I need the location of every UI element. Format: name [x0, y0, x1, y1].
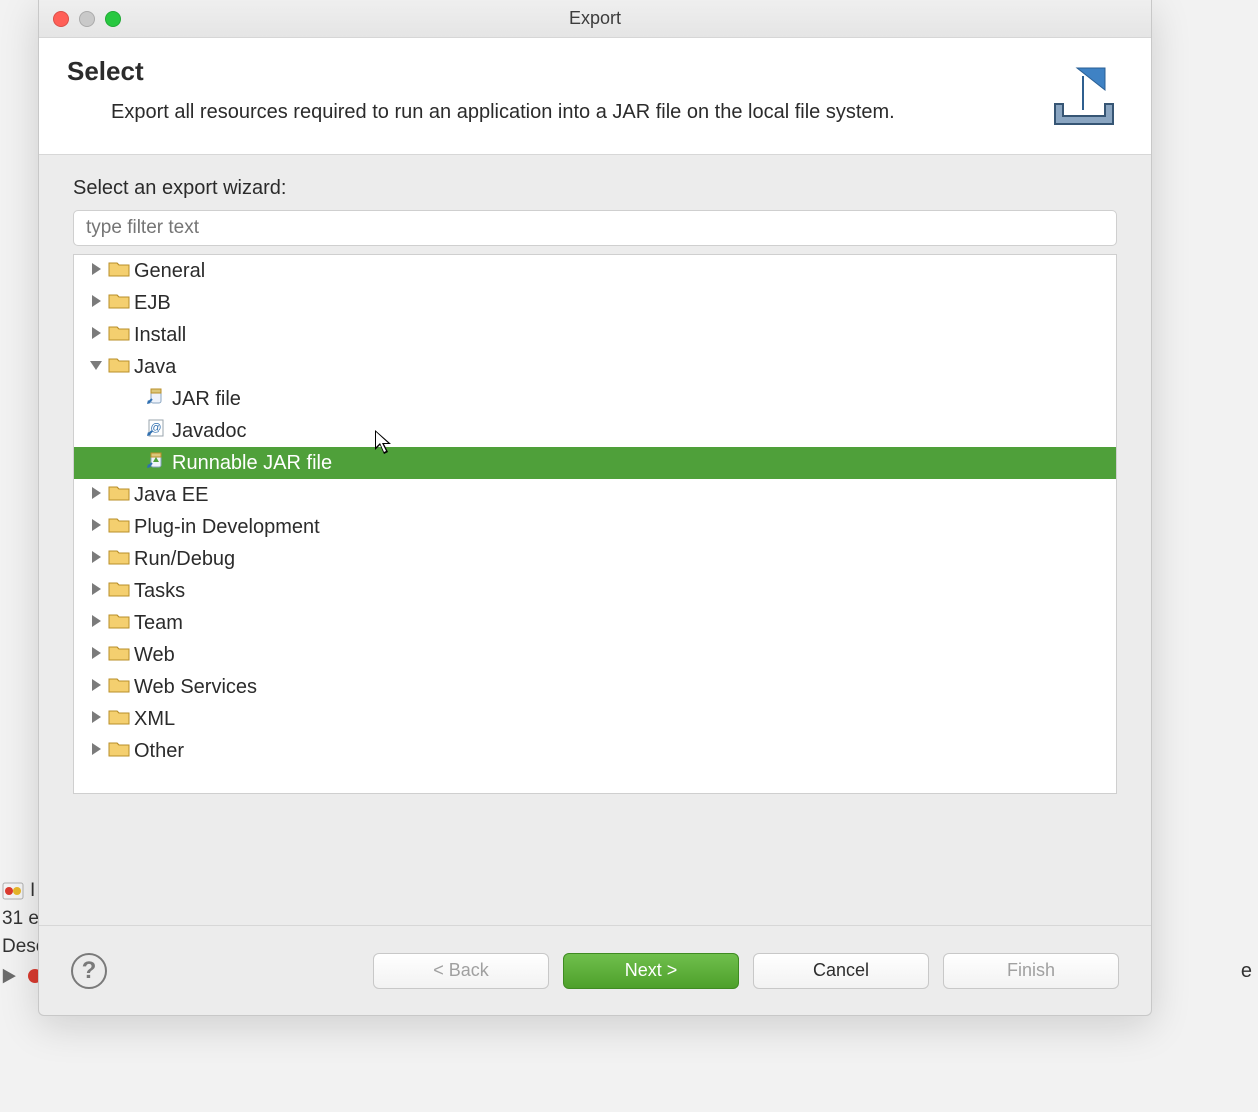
chevron-right-icon[interactable] [88, 516, 108, 539]
chevron-right-icon[interactable] [88, 292, 108, 315]
tree-item[interactable]: @Javadoc [74, 415, 1116, 447]
tree-folder-label: Other [134, 735, 184, 767]
export-wizard-icon [1049, 66, 1119, 130]
tree-folder-label: EJB [134, 287, 171, 319]
background-right-edge: e [1241, 960, 1252, 983]
chevron-right-icon[interactable] [88, 580, 108, 603]
chevron-right-icon: ▶ [3, 964, 16, 987]
jar-icon [146, 386, 172, 412]
javadoc-icon: @ [146, 418, 172, 444]
tree-folder[interactable]: Web Services [74, 671, 1116, 703]
background-label-0: I [30, 880, 35, 902]
chevron-right-icon[interactable] [88, 484, 108, 507]
folder-icon [108, 323, 134, 347]
page-title: Select [67, 56, 895, 87]
folder-icon [108, 579, 134, 603]
folder-icon [108, 483, 134, 507]
finish-button: Finish [943, 953, 1119, 989]
tree-folder[interactable]: XML [74, 703, 1116, 735]
wizard-header: Select Export all resources required to … [39, 38, 1151, 155]
tree-item-label: Runnable JAR file [172, 447, 332, 479]
folder-icon [108, 355, 134, 379]
chevron-right-icon[interactable] [88, 708, 108, 731]
tree-folder-label: Java EE [134, 479, 208, 511]
wizard-tree[interactable]: GeneralEJBInstallJavaJAR file@JavadocRun… [73, 254, 1117, 794]
close-window-button[interactable] [53, 11, 69, 27]
tree-item-label: Javadoc [172, 415, 247, 447]
tree-folder[interactable]: Run/Debug [74, 543, 1116, 575]
tree-folder[interactable]: Tasks [74, 575, 1116, 607]
fullscreen-window-button[interactable] [105, 11, 121, 27]
tree-folder[interactable]: Team [74, 607, 1116, 639]
help-button[interactable]: ? [71, 953, 107, 989]
back-button: < Back [373, 953, 549, 989]
folder-icon [108, 259, 134, 283]
chevron-right-icon[interactable] [88, 324, 108, 347]
titlebar: Export [39, 0, 1151, 38]
folder-icon [108, 707, 134, 731]
chevron-right-icon[interactable] [88, 612, 108, 635]
tree-folder[interactable]: General [74, 255, 1116, 287]
folder-icon [108, 739, 134, 763]
export-dialog: Export Select Export all resources requi… [38, 0, 1152, 1016]
tree-folder-label: Tasks [134, 575, 185, 607]
tree-folder-label: Run/Debug [134, 543, 235, 575]
page-description: Export all resources required to run an … [111, 101, 895, 124]
chevron-right-icon[interactable] [88, 548, 108, 571]
filter-input[interactable] [73, 210, 1117, 246]
wizard-body: Select an export wizard: GeneralEJBInsta… [39, 155, 1151, 925]
next-button[interactable]: Next > [563, 953, 739, 989]
tree-folder-label: Java [134, 351, 176, 383]
tree-folder-label: XML [134, 703, 175, 735]
minimize-window-button [79, 11, 95, 27]
tree-folder[interactable]: Java [74, 351, 1116, 383]
chevron-down-icon[interactable] [88, 356, 108, 379]
chevron-right-icon[interactable] [88, 644, 108, 667]
problems-view-icon [2, 881, 24, 901]
tree-folder-label: General [134, 255, 205, 287]
tree-item[interactable]: Runnable JAR file [74, 447, 1116, 479]
window-controls [53, 11, 121, 27]
tree-item[interactable]: JAR file [74, 383, 1116, 415]
chevron-right-icon[interactable] [88, 740, 108, 763]
tree-folder[interactable]: Java EE [74, 479, 1116, 511]
folder-icon [108, 675, 134, 699]
tree-folder-label: Install [134, 319, 186, 351]
chevron-right-icon[interactable] [88, 676, 108, 699]
tree-folder-label: Plug-in Development [134, 511, 320, 543]
wizard-footer: ? < Back Next > Cancel Finish [39, 925, 1151, 1015]
tree-item-label: JAR file [172, 383, 241, 415]
tree-folder-label: Web [134, 639, 175, 671]
tree-prompt-label: Select an export wizard: [73, 177, 1117, 200]
window-title: Export [569, 8, 621, 29]
folder-icon [108, 611, 134, 635]
tree-folder[interactable]: Install [74, 319, 1116, 351]
chevron-right-icon[interactable] [88, 260, 108, 283]
folder-icon [108, 547, 134, 571]
folder-icon [108, 643, 134, 667]
tree-folder[interactable]: Plug-in Development [74, 511, 1116, 543]
tree-folder[interactable]: Web [74, 639, 1116, 671]
tree-folder[interactable]: Other [74, 735, 1116, 767]
folder-icon [108, 515, 134, 539]
runjar-icon [146, 450, 172, 476]
tree-folder[interactable]: EJB [74, 287, 1116, 319]
tree-folder-label: Team [134, 607, 183, 639]
cancel-button[interactable]: Cancel [753, 953, 929, 989]
folder-icon [108, 291, 134, 315]
tree-folder-label: Web Services [134, 671, 257, 703]
